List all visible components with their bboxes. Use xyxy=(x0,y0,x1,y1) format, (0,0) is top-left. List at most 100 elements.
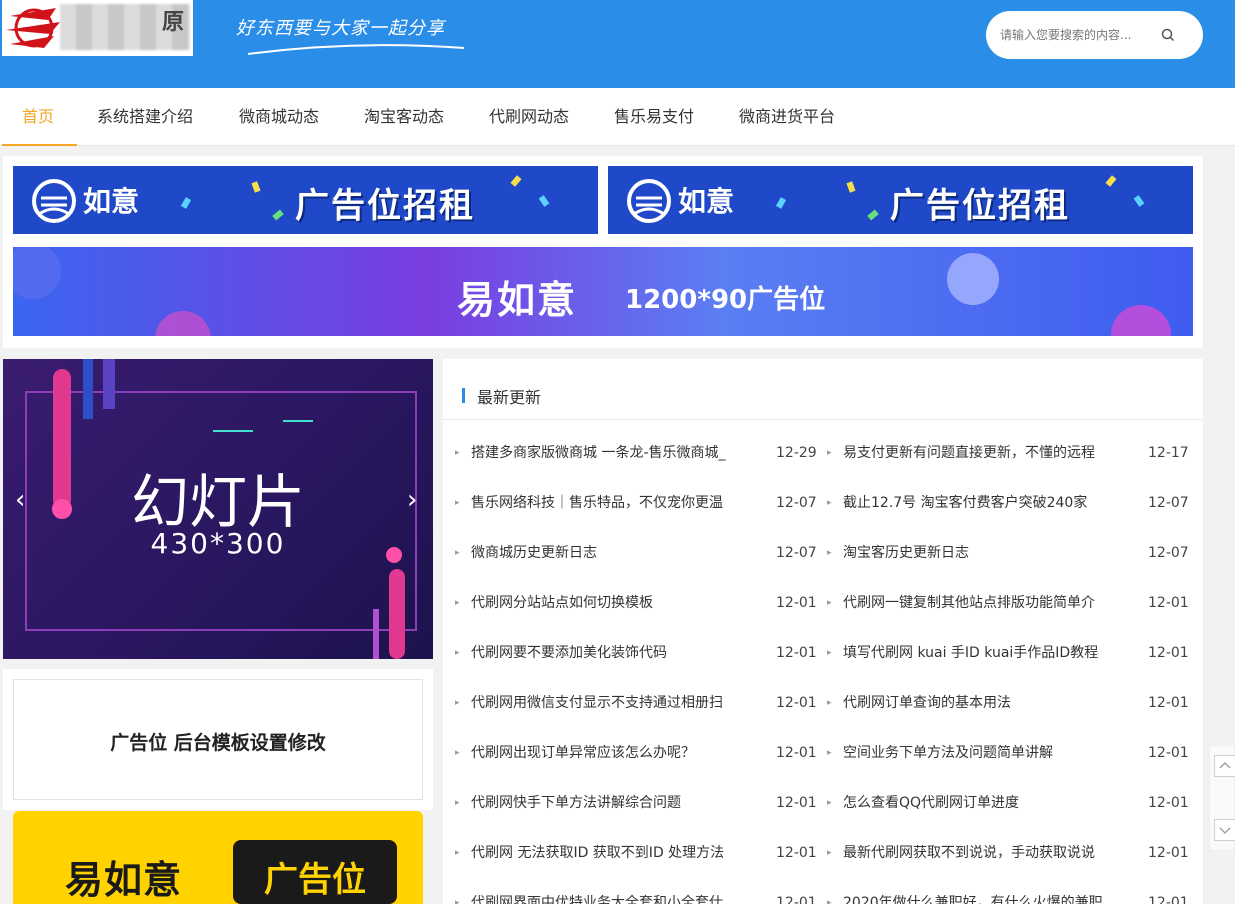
news-item[interactable]: ▸ 代刷网出现订单异常应该怎么办呢？ 12-01 xyxy=(455,741,819,765)
scroll-down-button[interactable] xyxy=(1214,819,1235,841)
nav-item-payment[interactable]: 售乐易支付 xyxy=(614,88,694,146)
news-item[interactable]: ▸ 代刷网快手下单方法讲解综合问题 12-01 xyxy=(455,791,819,815)
site-logo[interactable]: 原 xyxy=(2,0,193,56)
news-item[interactable]: ▸ 代刷网一键复制其他站点排版功能简单介 12-01 xyxy=(827,591,1191,615)
site-header: 原 好东西要与大家一起分享 xyxy=(0,0,1235,88)
news-item[interactable]: ▸ 代刷网用微信支付显示不支持通过相册扫 12-01 xyxy=(455,691,819,715)
news-item-title: 代刷网分站站点如何切换模板 xyxy=(471,595,653,611)
slogan: 好东西要与大家一起分享 xyxy=(236,10,466,60)
nav-item-system-intro[interactable]: 系统搭建介绍 xyxy=(97,88,193,146)
news-item[interactable]: ▸ 截止12.7号 淘宝客付费客户突破240家 12-07 xyxy=(827,491,1191,515)
bullet-icon: ▸ xyxy=(455,448,460,458)
news-item-date: 12-01 xyxy=(776,845,817,861)
news-item-title: 代刷网出现订单异常应该怎么办呢？ xyxy=(471,745,695,761)
ad-wide-size: 1200*90广告位 xyxy=(625,285,826,315)
news-item-title: 微商城历史更新日志 xyxy=(471,545,597,561)
news-item[interactable]: ▸ 代刷网订单查询的基本用法 12-01 xyxy=(827,691,1191,715)
news-item[interactable]: ▸ 搭建多商家版微商城 一条龙-售乐微商城_ 12-29 xyxy=(455,441,819,465)
bullet-icon: ▸ xyxy=(827,648,832,658)
news-item-title: 淘宝客历史更新日志 xyxy=(843,545,969,561)
news-item-date: 12-01 xyxy=(1148,695,1189,711)
carousel-next-icon[interactable]: › xyxy=(407,485,417,515)
news-item-date: 12-01 xyxy=(1148,795,1189,811)
carousel-prev-icon[interactable]: ‹ xyxy=(15,485,25,515)
confetti-icon xyxy=(846,181,856,193)
nav-item-supply-platform[interactable]: 微商进货平台 xyxy=(739,88,835,146)
confetti-icon xyxy=(1105,175,1117,187)
bullet-icon: ▸ xyxy=(455,598,460,608)
latest-news-panel: 最新更新 ▸ 搭建多商家版微商城 一条龙-售乐微商城_ 12-29 ▸ 易支付更新有问题… xyxy=(443,359,1203,904)
bullet-icon: ▸ xyxy=(455,748,460,758)
confetti-icon xyxy=(180,197,192,209)
news-item[interactable]: ▸ 易支付更新有问题直接更新，不懂的远程 12-17 xyxy=(827,441,1191,465)
chevron-up-icon xyxy=(1219,762,1231,769)
news-item-title: 2020年做什么兼职好，有什么火爆的兼职 xyxy=(843,895,1103,904)
news-item-date: 12-17 xyxy=(1148,445,1189,461)
search-icon[interactable] xyxy=(1158,25,1178,45)
news-item[interactable]: ▸ 2020年做什么兼职好，有什么火爆的兼职 12-01 xyxy=(827,891,1191,904)
left-ad-text-box[interactable]: 广告位 后台模板设置修改 xyxy=(13,679,423,800)
news-item[interactable]: ▸ 空间业务下单方法及问题简单讲解 12-01 xyxy=(827,741,1191,765)
news-item-title: 代刷网 无法获取ID 获取不到ID 处理方法 xyxy=(471,845,725,861)
bullet-icon: ▸ xyxy=(827,848,832,858)
bullet-icon: ▸ xyxy=(827,748,832,758)
decor-circles-icon xyxy=(13,247,1171,336)
bullet-icon: ▸ xyxy=(455,798,460,808)
confetti-icon xyxy=(272,209,284,221)
nav-item-taobaoke-news[interactable]: 淘宝客动态 xyxy=(364,88,444,146)
latest-news-title: 最新更新 xyxy=(477,388,542,407)
ruyi-logo-icon xyxy=(32,179,76,223)
news-item[interactable]: ▸ 代刷网分站站点如何切换模板 12-01 xyxy=(455,591,819,615)
bullet-icon: ▸ xyxy=(827,548,832,558)
ad-banner-left[interactable]: 如意 广告位招租 xyxy=(13,166,598,234)
nav-item-daishua-news[interactable]: 代刷网动态 xyxy=(489,88,569,146)
news-item-title: 搭建多商家版微商城 一条龙-售乐微商城_ xyxy=(471,445,726,461)
bullet-icon: ▸ xyxy=(827,448,832,458)
news-item[interactable]: ▸ 代刷网要不要添加美化装饰代码 12-01 xyxy=(455,641,819,665)
news-item[interactable]: ▸ 淘宝客历史更新日志 12-07 xyxy=(827,541,1191,565)
news-item-title: 易支付更新有问题直接更新，不懂的远程 xyxy=(843,445,1095,461)
left-ad-yellow[interactable]: 易如意 广告位 xyxy=(13,811,423,904)
section-marker xyxy=(462,388,465,403)
search-input[interactable] xyxy=(1000,23,1160,47)
nav-item-microshop-news[interactable]: 微商城动态 xyxy=(239,88,319,146)
news-item-date: 12-07 xyxy=(776,545,817,561)
news-item[interactable]: ▸ 最新代刷网获取不到说说，手动获取说说 12-01 xyxy=(827,841,1191,865)
nav-active-underline xyxy=(2,144,77,146)
ad-banner-text: 广告位招租 xyxy=(295,186,475,226)
news-item-date: 12-01 xyxy=(776,695,817,711)
carousel[interactable]: 幻灯片 430*300 ‹ › xyxy=(3,359,433,659)
nav-item-home[interactable]: 首页 xyxy=(22,88,54,146)
logo-text: 原 xyxy=(162,10,185,35)
left-ad-yellow-box: 广告位 xyxy=(233,840,397,904)
news-item[interactable]: ▸ 填写代刷网 kuai 手ID kuai手作品ID教程 12-01 xyxy=(827,641,1191,665)
bullet-icon: ▸ xyxy=(455,848,460,858)
ad-banner-wide[interactable]: 易如意 1200*90广告位 xyxy=(13,247,1193,336)
news-item-title: 填写代刷网 kuai 手ID kuai手作品ID教程 xyxy=(843,645,1099,661)
slogan-text: 好东西要与大家一起分享 xyxy=(236,18,445,39)
news-item-title: 代刷网一键复制其他站点排版功能简单介 xyxy=(843,595,1095,611)
bullet-icon: ▸ xyxy=(827,598,832,608)
bullet-icon: ▸ xyxy=(455,898,460,904)
scroll-up-button[interactable] xyxy=(1214,755,1235,777)
news-item-date: 12-07 xyxy=(1148,495,1189,511)
news-item-title: 代刷网用微信支付显示不支持通过相册扫 xyxy=(471,695,723,711)
news-item[interactable]: ▸ 代刷网 无法获取ID 获取不到ID 处理方法 12-01 xyxy=(455,841,819,865)
news-item-date: 12-01 xyxy=(1148,595,1189,611)
news-item-title: 代刷网快手下单方法讲解综合问题 xyxy=(471,795,681,811)
news-item[interactable]: ▸ 售乐网络科技｜售乐特品，不仅宠你更温 12-07 xyxy=(455,491,819,515)
news-item[interactable]: ▸ 怎么查看QQ代刷网订单进度 12-01 xyxy=(827,791,1191,815)
news-item[interactable]: ▸ 微商城历史更新日志 12-07 xyxy=(455,541,819,565)
ad-banner-right[interactable]: 如意 广告位招租 xyxy=(608,166,1193,234)
news-item-date: 12-01 xyxy=(776,595,817,611)
bullet-icon: ▸ xyxy=(827,698,832,708)
bullet-icon: ▸ xyxy=(455,648,460,658)
ad-banner-brand: 如意 xyxy=(83,185,140,218)
news-item-title: 怎么查看QQ代刷网订单进度 xyxy=(843,795,1020,811)
ad-banner-brand: 如意 xyxy=(678,185,735,218)
news-item-date: 12-07 xyxy=(776,495,817,511)
bullet-icon: ▸ xyxy=(455,548,460,558)
news-item[interactable]: ▸ 代刷网界面中优特业务大全套和小全套仕 12-01 xyxy=(455,891,819,904)
confetti-icon xyxy=(510,175,522,187)
news-item-title: 截止12.7号 淘宝客付费客户突破240家 xyxy=(843,495,1088,511)
